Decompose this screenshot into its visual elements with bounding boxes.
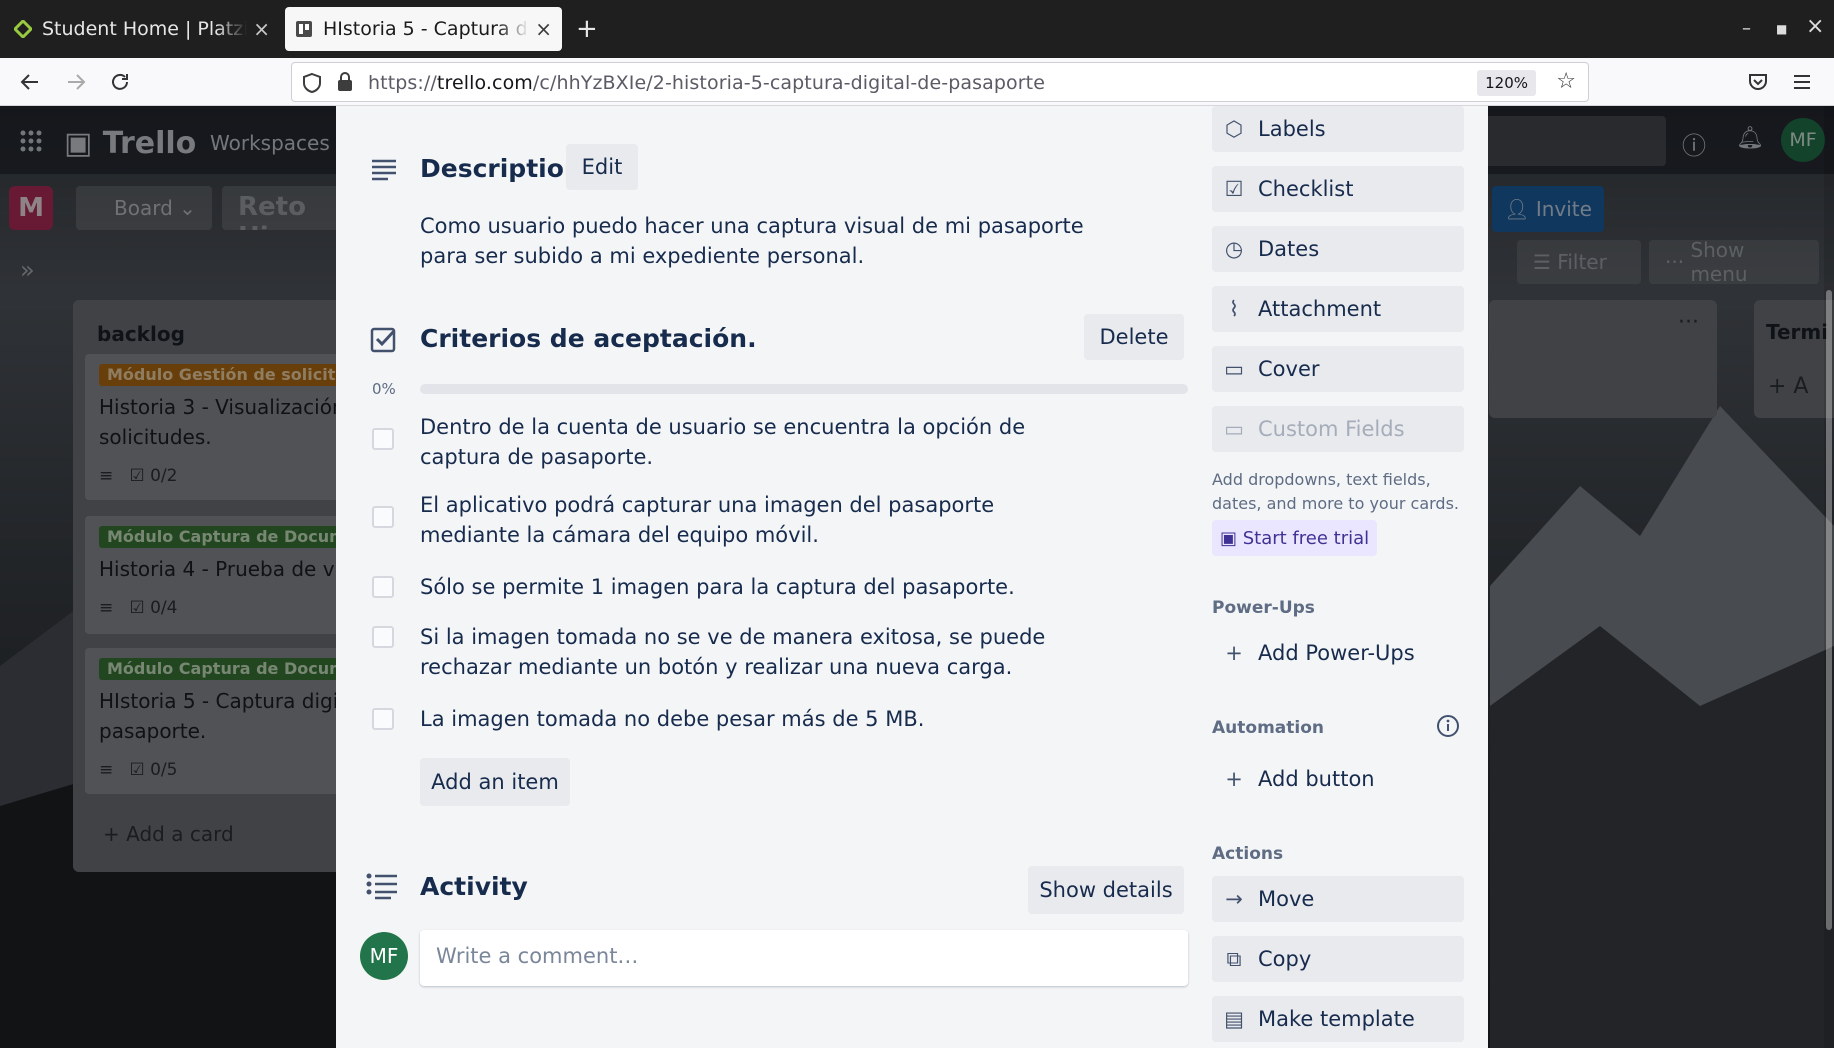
labels-button[interactable]: ⬡ Labels (1212, 106, 1464, 152)
checklist-checkbox[interactable] (372, 506, 394, 528)
automation-heading: Automation (1212, 718, 1324, 738)
checklist-item-text[interactable]: Sólo se permite 1 imagen para la captura… (420, 572, 1080, 602)
trello-favicon-icon (296, 21, 312, 37)
label-tag-icon: ⬡ (1224, 117, 1244, 141)
powerups-heading: Power-Ups (1212, 598, 1315, 618)
description-icon (372, 159, 396, 181)
checklist-percent: 0% (372, 380, 396, 398)
custom-fields-note: Add dropdowns, text fields, dates, and m… (1212, 470, 1459, 513)
menu-icon[interactable] (1788, 68, 1816, 96)
checklist-progress-bar (420, 384, 1188, 394)
attachment-button[interactable]: ⌇ Attachment (1212, 286, 1464, 332)
paperclip-icon: ⌇ (1228, 297, 1240, 321)
comment-input[interactable]: Write a comment… (420, 930, 1188, 986)
show-details-button[interactable]: Show details (1028, 866, 1184, 914)
tracking-shield-icon[interactable] (302, 72, 322, 94)
actions-heading: Actions (1212, 844, 1284, 864)
clock-icon: ◷ (1224, 237, 1244, 261)
delete-checklist-button[interactable]: Delete (1084, 314, 1184, 360)
dates-button[interactable]: ◷ Dates (1212, 226, 1464, 272)
checklist-item-text[interactable]: Si la imagen tomada no se ve de manera e… (420, 622, 1080, 682)
move-button[interactable]: → Move (1212, 876, 1464, 922)
add-checklist-item-button[interactable]: Add an item (420, 758, 570, 806)
new-tab-icon[interactable]: + (576, 14, 598, 44)
start-free-trial-button[interactable]: ▣ Start free trial (1212, 520, 1378, 556)
pocket-icon[interactable] (1744, 68, 1772, 96)
activity-icon (366, 873, 397, 900)
checklist-checkbox[interactable] (372, 576, 394, 598)
cover-button[interactable]: ▭ Cover (1212, 346, 1464, 392)
platzi-favicon-icon (14, 20, 32, 38)
close-window-icon[interactable]: × (1806, 14, 1824, 39)
custom-fields-button[interactable]: ▭ Custom Fields (1212, 406, 1464, 452)
commenter-avatar[interactable]: MF (360, 932, 408, 980)
checklist-checkbox[interactable] (372, 626, 394, 648)
custom-fields-icon: ▭ (1224, 417, 1244, 441)
lock-icon[interactable] (336, 72, 354, 92)
tab-student-home[interactable]: Student Home | Platzi: Cursos × (4, 7, 280, 51)
checklist-checkbox[interactable] (372, 428, 394, 450)
close-tab-icon[interactable]: × (253, 17, 270, 41)
checklist-icon (370, 327, 396, 353)
copy-icon: ⧉ (1226, 946, 1242, 971)
back-icon[interactable] (16, 68, 44, 96)
close-tab-icon[interactable]: × (535, 17, 552, 41)
minimize-icon[interactable]: – (1742, 18, 1751, 39)
checklist-item-text[interactable]: El aplicativo podrá capturar una imagen … (420, 490, 1080, 550)
briefcase-icon: ▣ (1220, 527, 1243, 549)
checklist-button[interactable]: ☑ Checklist (1212, 166, 1464, 212)
browser-nav-bar: https://trello.com/c/hhYzBXIe/2-historia… (0, 58, 1834, 106)
bookmark-star-icon[interactable]: ☆ (1556, 69, 1576, 94)
add-powerups-button[interactable]: + Add Power-Ups (1212, 630, 1464, 676)
tab-title: HIstoria 5 - Captura digital de pasaport… (323, 18, 529, 40)
address-bar[interactable]: https://trello.com/c/hhYzBXIe/2-historia… (291, 62, 1589, 102)
cover-icon: ▭ (1224, 357, 1244, 381)
tab-title: Student Home | Platzi: Cursos (42, 18, 248, 40)
page-scrollbar-thumb[interactable] (1826, 290, 1832, 930)
tab-historia-5[interactable]: HIstoria 5 - Captura digital de pasaport… (285, 7, 562, 51)
arrow-right-icon: → (1225, 887, 1243, 911)
edit-description-button[interactable]: Edit (566, 144, 638, 190)
checklist-title[interactable]: Criterios de aceptación. (420, 324, 757, 353)
url-text[interactable]: https://trello.com/c/hhYzBXIe/2-historia… (368, 72, 1045, 94)
plus-icon: + (1225, 641, 1243, 665)
copy-button[interactable]: ⧉ Copy (1212, 936, 1464, 982)
description-title: Description (420, 154, 582, 183)
checklist-item-text[interactable]: Dentro de la cuenta de usuario se encuen… (420, 412, 1080, 472)
checkbox-icon: ☑ (1224, 177, 1244, 201)
reload-icon[interactable] (106, 68, 134, 96)
plus-icon: + (1225, 767, 1243, 791)
zoom-level[interactable]: 120% (1477, 70, 1536, 96)
forward-icon[interactable] (62, 68, 90, 96)
description-text[interactable]: Como usuario puedo hacer una captura vis… (420, 211, 1100, 271)
card-detail-modal: Description Edit Como usuario puedo hace… (336, 106, 1488, 1048)
checklist-item-text[interactable]: La imagen tomada no debe pesar más de 5 … (420, 704, 1080, 734)
add-button-button[interactable]: + Add button (1212, 756, 1464, 802)
make-template-button[interactable]: ▤ Make template (1212, 996, 1464, 1042)
maximize-icon[interactable]: ■ (1776, 22, 1787, 36)
template-icon: ▤ (1224, 1007, 1244, 1031)
automation-info-icon[interactable] (1436, 714, 1460, 738)
activity-title: Activity (420, 872, 528, 901)
checklist-checkbox[interactable] (372, 708, 394, 730)
browser-tab-bar: Student Home | Platzi: Cursos × HIstoria… (0, 0, 1834, 58)
